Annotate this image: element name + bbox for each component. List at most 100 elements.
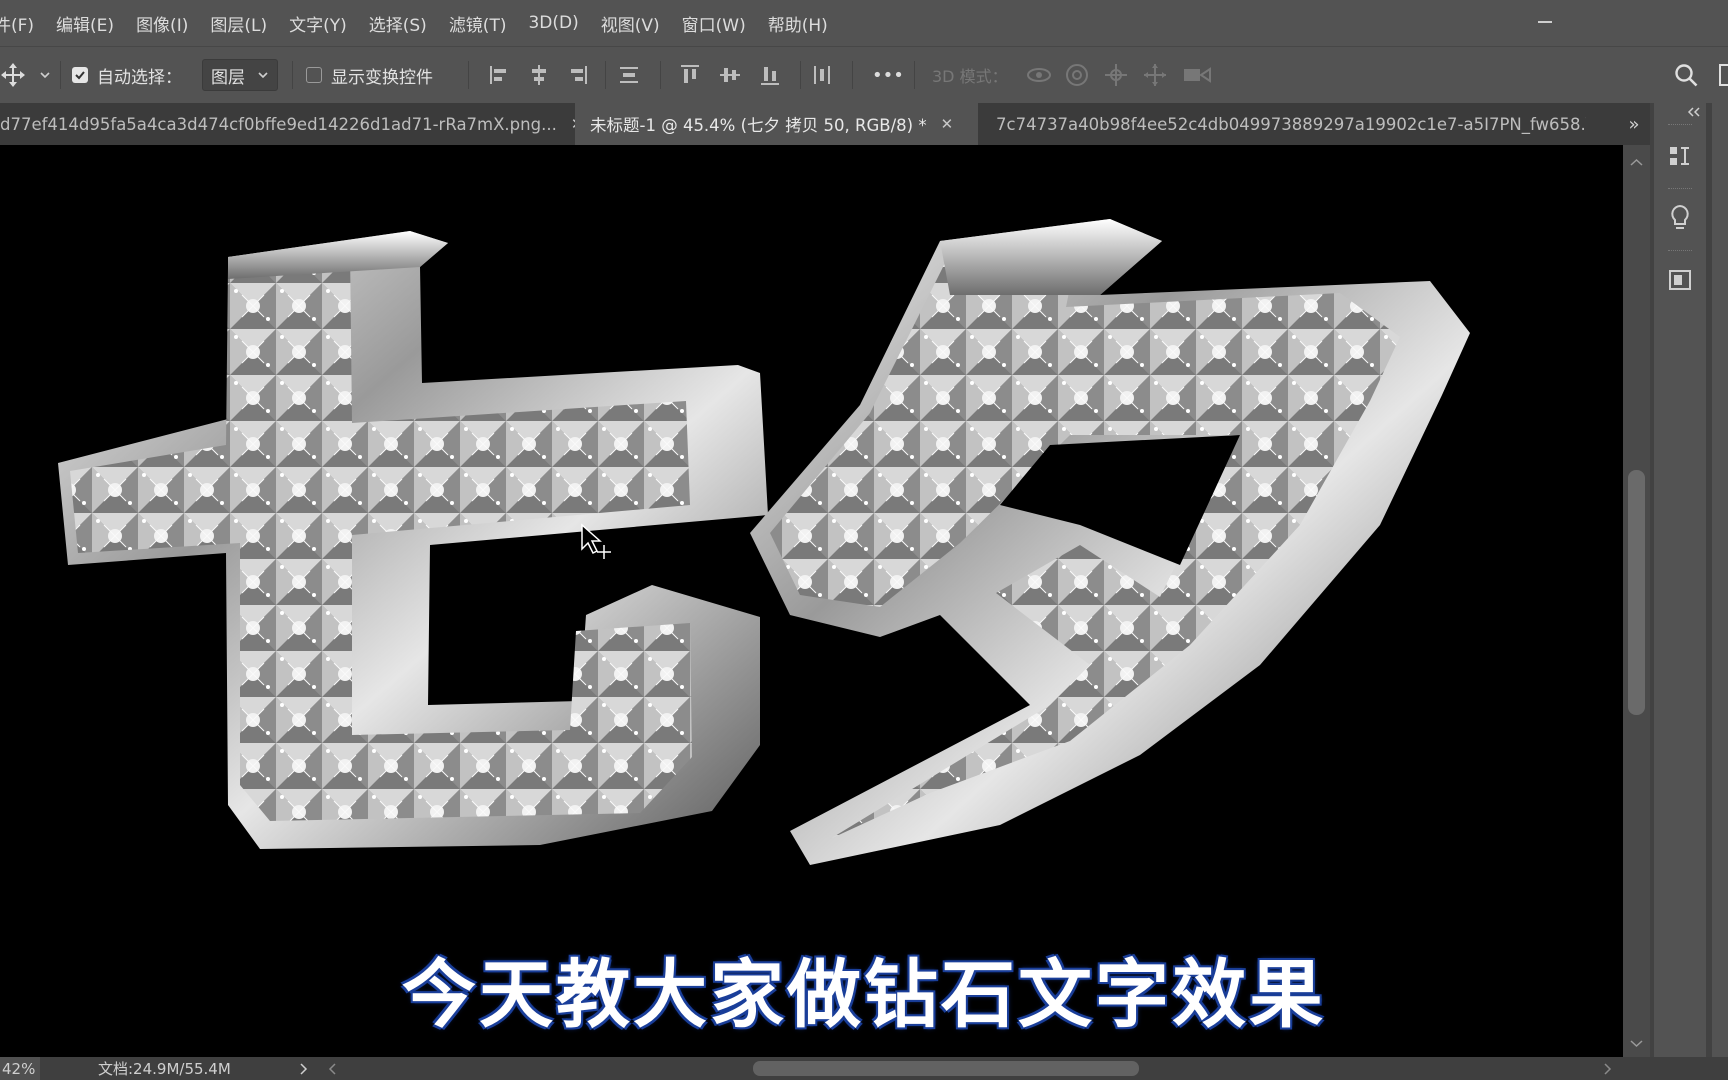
panel-grip[interactable] (1668, 188, 1692, 192)
auto-select-label: 自动选择： (97, 67, 182, 88)
roll-icon (1066, 64, 1088, 86)
libraries-panel-button[interactable] (1660, 260, 1700, 300)
chevron-down-icon (258, 72, 268, 79)
learn-panel-button[interactable] (1660, 198, 1700, 238)
chevron-right-icon[interactable] (1602, 1062, 1614, 1076)
menu-window[interactable]: 窗口(W) (682, 11, 746, 36)
3d-roll-button[interactable] (1064, 47, 1090, 103)
tab-document-3[interactable]: 7c74737a40b98f4ee52c4db049973889297a1990… (996, 103, 1586, 145)
options-bar: 自动选择： 图层 显示变换控件 ••• 3D 模式： (0, 46, 1728, 104)
document-tabs: d77ef414d95fa5a4ca3d474cf0bffe9ed14226d1… (0, 103, 1650, 145)
panel-grip[interactable] (1668, 250, 1692, 254)
move-cursor-icon (581, 523, 611, 559)
video-camera-icon (1184, 67, 1211, 83)
scrollbar-thumb[interactable] (1628, 470, 1645, 715)
tab-label: 未标题-1 @ 45.4% (七夕 拷贝 50, RGB/8) * (590, 116, 927, 135)
3d-orbit-button[interactable] (1025, 47, 1053, 103)
divider (660, 61, 661, 89)
menu-image[interactable]: 图像(I) (136, 11, 188, 36)
minimize-button[interactable] (1536, 12, 1556, 28)
distribute-icon (620, 67, 638, 83)
divider (60, 61, 61, 89)
document-canvas[interactable]: 七夕 (0, 145, 1623, 1057)
workspace-button[interactable] (1718, 47, 1728, 103)
more-options-button[interactable]: ••• (872, 47, 904, 103)
history-icon (1670, 147, 1689, 165)
menu-file[interactable]: 件(F) (0, 11, 34, 36)
character-xi-shape (750, 219, 1470, 865)
align-center-icon (532, 65, 546, 85)
move-tool-icon (1, 63, 25, 87)
divider (468, 61, 469, 89)
collapse-panels-icon[interactable] (1684, 106, 1704, 118)
history-panel-button[interactable] (1660, 136, 1700, 176)
lightbulb-icon (1671, 204, 1689, 229)
align-middle-icon (720, 68, 740, 82)
align-top-icon (681, 65, 699, 83)
tab-label: d77ef414d95fa5a4ca3d474cf0bffe9ed14226d1… (0, 114, 557, 134)
diamond-text-artwork (58, 219, 1470, 865)
align-left-edges-button[interactable] (488, 47, 512, 103)
align-right-edges-button[interactable] (565, 47, 589, 103)
character-qi-shape (58, 231, 768, 849)
divider (852, 61, 853, 89)
auto-select-target-dropdown[interactable]: 图层 (202, 59, 278, 91)
align-vertical-centers-button[interactable] (718, 47, 742, 103)
menu-edit[interactable]: 编辑(E) (56, 11, 114, 36)
chevron-right-icon[interactable] (298, 1062, 310, 1076)
chevron-left-icon[interactable] (326, 1062, 338, 1076)
3d-camera-button[interactable] (1182, 47, 1212, 103)
orbit-icon (1027, 68, 1051, 82)
auto-select-checkbox[interactable] (72, 67, 88, 83)
menu-layer[interactable]: 图层(L) (210, 11, 267, 36)
libraries-icon (1669, 270, 1691, 290)
chevron-down-icon (1630, 1040, 1643, 1048)
horizontal-scrollbar-thumb[interactable] (753, 1061, 1139, 1076)
workspace-icon (1719, 64, 1728, 86)
divider (292, 61, 293, 89)
tab-document-active[interactable]: 未标题-1 @ 45.4% (七夕 拷贝 50, RGB/8) * ✕ (575, 103, 978, 145)
menu-filter[interactable]: 滤镜(T) (449, 11, 507, 36)
align-right-icon (571, 66, 587, 84)
3d-slide-button[interactable] (1142, 47, 1168, 103)
menu-bar: 件(F) 编辑(E) 图像(I) 图层(L) 文字(Y) 选择(S) 滤镜(T)… (0, 0, 1728, 46)
tab-label: 7c74737a40b98f4ee52c4db049973889297a1990… (996, 114, 1586, 134)
align-bottom-icon (761, 67, 779, 85)
slide-icon (1144, 64, 1166, 86)
menu-select[interactable]: 选择(S) (369, 11, 427, 36)
menu-view[interactable]: 视图(V) (601, 11, 660, 36)
panel-grip[interactable] (1668, 124, 1692, 128)
3d-mode-label: 3D 模式： (932, 67, 1008, 86)
align-left-icon (490, 66, 506, 84)
divider (605, 61, 606, 89)
align-top-edges-button[interactable] (678, 47, 702, 103)
distribute-vertical-button[interactable] (617, 47, 641, 103)
tab-document-1[interactable]: d77ef414d95fa5a4ca3d474cf0bffe9ed14226d1… (0, 103, 575, 145)
status-bar: 42% 文档:24.9M/55.4M (0, 1057, 1728, 1080)
menu-3d[interactable]: 3D(D) (528, 13, 578, 33)
move-tool-preset[interactable] (0, 47, 52, 103)
align-horizontal-centers-button[interactable] (527, 47, 551, 103)
3d-pan-button[interactable] (1103, 47, 1129, 103)
chevron-down-icon (40, 72, 50, 79)
panel-column-edge (1712, 103, 1728, 1080)
dropdown-value: 图层 (211, 67, 245, 88)
pan-icon (1105, 64, 1127, 86)
checkmark-icon (75, 71, 85, 80)
distribute-horizontal-button[interactable] (810, 47, 834, 103)
zoom-level[interactable]: 42% (0, 1057, 40, 1080)
align-bottom-edges-button[interactable] (758, 47, 782, 103)
divider (914, 61, 915, 89)
chevron-up-icon (1630, 158, 1643, 166)
menu-type[interactable]: 文字(Y) (289, 11, 347, 36)
close-icon[interactable]: ✕ (941, 115, 954, 133)
video-caption: 今天教大家做钻石文字效果 (402, 952, 1326, 1038)
menu-help[interactable]: 帮助(H) (768, 11, 828, 36)
tab-overflow-button[interactable]: » (1618, 103, 1650, 145)
search-button[interactable] (1673, 47, 1699, 103)
divider (800, 61, 801, 89)
show-transform-label: 显示变换控件 (331, 67, 433, 88)
show-transform-checkbox[interactable] (306, 67, 322, 83)
canvas-vertical-scrollbar[interactable] (1623, 145, 1650, 1057)
distribute-horizontal-icon (814, 66, 830, 84)
